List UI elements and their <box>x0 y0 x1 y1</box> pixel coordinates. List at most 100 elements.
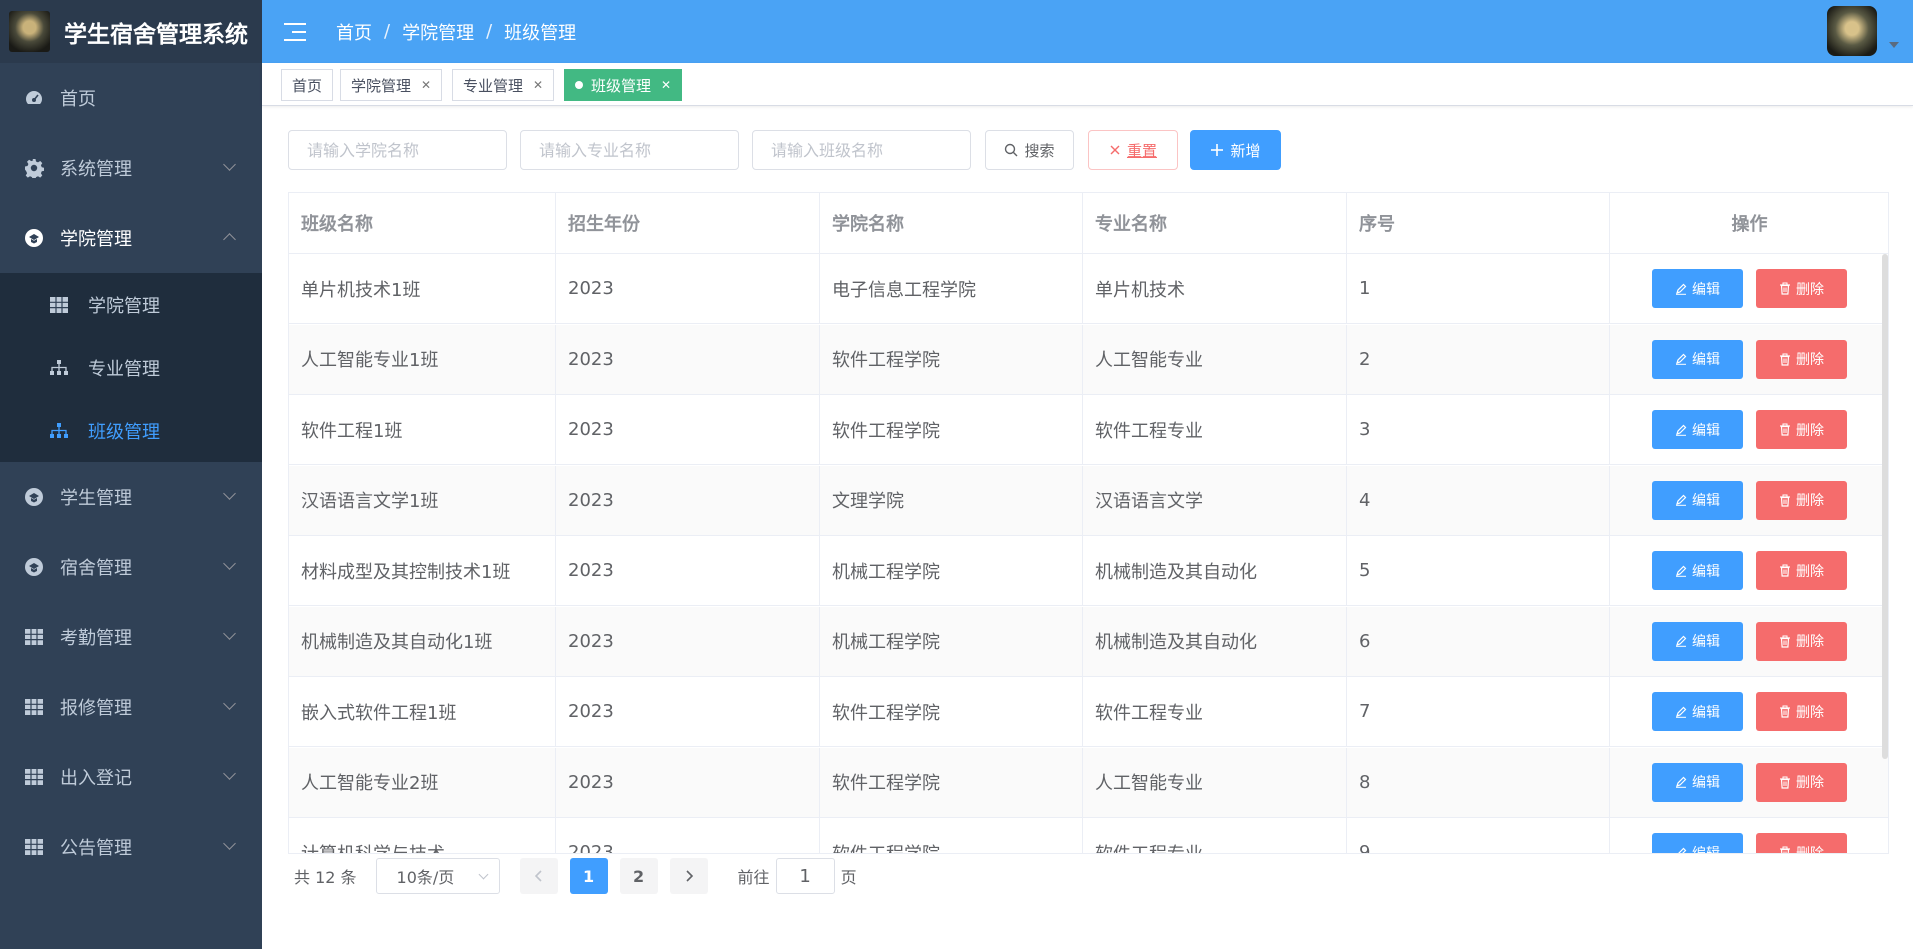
tag-home[interactable]: 首页 <box>281 69 334 101</box>
close-icon[interactable]: ✕ <box>421 78 431 92</box>
table-icon <box>50 296 68 314</box>
column-header-college-name: 学院名称 <box>820 193 1083 253</box>
prev-page-button[interactable] <box>519 858 558 894</box>
search-icon <box>1004 143 1018 157</box>
goto-prefix: 前往 <box>737 868 770 887</box>
cell-major-name: 人工智能专业 <box>1083 324 1347 394</box>
edit-button[interactable]: 编辑 <box>1652 833 1743 853</box>
vertical-scrollbar[interactable] <box>1882 254 1888 759</box>
cell-seq-no: 3 <box>1347 395 1610 464</box>
table-row: 汉语语言文学1班 2023 文理学院 汉语语言文学 4 编辑 删除 <box>289 465 1888 536</box>
close-icon[interactable]: ✕ <box>661 78 671 92</box>
chevron-left-icon <box>534 867 544 886</box>
sidebar-subitem[interactable]: 专业管理 <box>0 336 262 399</box>
cell-seq-no: 8 <box>1347 747 1610 817</box>
add-button[interactable]: 新增 <box>1190 130 1281 170</box>
sidebar-item[interactable]: 首页 <box>0 63 262 133</box>
logo-area: 学生宿舍管理系统 <box>0 0 262 63</box>
close-icon <box>1109 144 1121 156</box>
sidebar-item[interactable]: 报修管理 <box>0 672 262 742</box>
sidebar-item-label: 首页 <box>60 89 96 110</box>
close-icon[interactable]: ✕ <box>533 78 543 92</box>
page-button-2[interactable]: 2 <box>619 858 658 894</box>
class-name-input[interactable] <box>752 130 971 170</box>
edit-button[interactable]: 编辑 <box>1652 410 1743 449</box>
sidebar-subitem-label: 学院管理 <box>88 295 160 317</box>
cell-college-name: 软件工程学院 <box>820 677 1083 746</box>
page-button-1[interactable]: 1 <box>569 858 608 894</box>
sidebar-item[interactable]: 宿舍管理 <box>0 532 262 602</box>
edit-button-label: 编辑 <box>1692 422 1720 439</box>
trash-icon <box>1779 635 1791 648</box>
sidebar-item[interactable]: 公告管理 <box>0 812 262 882</box>
cell-seq-no: 2 <box>1347 324 1610 394</box>
caret-down-icon[interactable] <box>1889 42 1899 48</box>
cell-seq-no: 9 <box>1347 818 1610 853</box>
breadcrumb: 首页 / 学院管理 / 班级管理 <box>336 19 576 45</box>
delete-button[interactable]: 删除 <box>1756 621 1847 661</box>
delete-button[interactable]: 删除 <box>1756 762 1847 802</box>
delete-button-label: 删除 <box>1796 704 1824 721</box>
breadcrumb-item-college[interactable]: 学院管理 <box>402 19 474 45</box>
delete-button[interactable]: 删除 <box>1756 551 1847 590</box>
delete-button-label: 删除 <box>1796 563 1824 580</box>
cell-actions: 编辑 删除 <box>1610 254 1888 323</box>
delete-button[interactable]: 删除 <box>1756 480 1847 520</box>
cell-class-name: 机械制造及其自动化1班 <box>289 606 556 676</box>
sidebar-item[interactable]: 考勤管理 <box>0 602 262 672</box>
plus-icon <box>1210 143 1224 157</box>
delete-button[interactable]: 删除 <box>1756 269 1847 308</box>
tag-major[interactable]: 专业管理 ✕ <box>452 69 555 101</box>
next-page-button[interactable] <box>669 858 708 894</box>
sidebar-subitem[interactable]: 学院管理 <box>0 273 262 336</box>
page-size-select[interactable]: 10条/页 <box>375 858 500 894</box>
breadcrumb-separator: / <box>486 21 493 42</box>
edit-icon <box>1675 635 1687 647</box>
college-name-input[interactable] <box>288 130 507 170</box>
chevron-down-icon <box>223 487 236 500</box>
edit-button[interactable]: 编辑 <box>1652 339 1743 379</box>
edit-button[interactable]: 编辑 <box>1652 621 1743 661</box>
collapse-menu-icon[interactable] <box>284 22 306 41</box>
chevron-down-icon <box>223 837 236 850</box>
school-icon <box>24 557 44 577</box>
add-button-label: 新增 <box>1230 141 1261 160</box>
sidebar-subitem[interactable]: 班级管理 <box>0 399 262 462</box>
sidebar-subitem-label: 班级管理 <box>88 421 160 443</box>
cell-class-name: 嵌入式软件工程1班 <box>289 677 556 746</box>
delete-button[interactable]: 删除 <box>1756 410 1847 449</box>
cell-college-name: 电子信息工程学院 <box>820 254 1083 323</box>
edit-button[interactable]: 编辑 <box>1652 762 1743 802</box>
edit-button[interactable]: 编辑 <box>1652 551 1743 590</box>
goto-page-input[interactable] <box>775 858 835 894</box>
edit-icon <box>1675 565 1687 577</box>
pagination: 共 12 条 10条/页 1 2 前往 页 <box>294 857 857 895</box>
avatar[interactable] <box>1827 6 1877 56</box>
cell-actions: 编辑 删除 <box>1610 607 1888 676</box>
search-button[interactable]: 搜索 <box>985 130 1074 170</box>
delete-button[interactable]: 删除 <box>1756 339 1847 379</box>
delete-button[interactable]: 删除 <box>1756 833 1847 853</box>
sidebar-item-label: 出入登记 <box>60 768 132 789</box>
edit-button[interactable]: 编辑 <box>1652 480 1743 520</box>
cell-college-name: 软件工程学院 <box>820 324 1083 394</box>
reset-button[interactable]: 重置 <box>1088 130 1178 170</box>
top-bar: 首页 / 学院管理 / 班级管理 <box>262 0 1913 63</box>
delete-button[interactable]: 删除 <box>1756 692 1847 731</box>
sidebar-item[interactable]: 出入登记 <box>0 742 262 812</box>
table-row: 人工智能专业2班 2023 软件工程学院 人工智能专业 8 编辑 删除 <box>289 747 1888 818</box>
major-name-input[interactable] <box>520 130 739 170</box>
table-row: 软件工程1班 2023 软件工程学院 软件工程专业 3 编辑 删除 <box>289 395 1888 465</box>
dashboard-icon <box>24 88 44 108</box>
tag-class[interactable]: 班级管理 ✕ <box>564 69 683 101</box>
sidebar-item[interactable]: 学生管理 <box>0 462 262 532</box>
cell-class-name: 人工智能专业2班 <box>289 747 556 817</box>
goto-page: 前往 页 <box>738 858 857 894</box>
tag-college[interactable]: 学院管理 ✕ <box>340 69 443 101</box>
table-row: 计算机科学与技术 2023 软件工程学院 软件工程专业 9 编辑 删除 <box>289 818 1888 853</box>
edit-button[interactable]: 编辑 <box>1652 692 1743 731</box>
sidebar-item[interactable]: 系统管理 <box>0 133 262 203</box>
breadcrumb-item-home[interactable]: 首页 <box>336 19 372 45</box>
edit-button[interactable]: 编辑 <box>1652 269 1743 308</box>
sidebar-item[interactable]: 学院管理 <box>0 203 262 273</box>
